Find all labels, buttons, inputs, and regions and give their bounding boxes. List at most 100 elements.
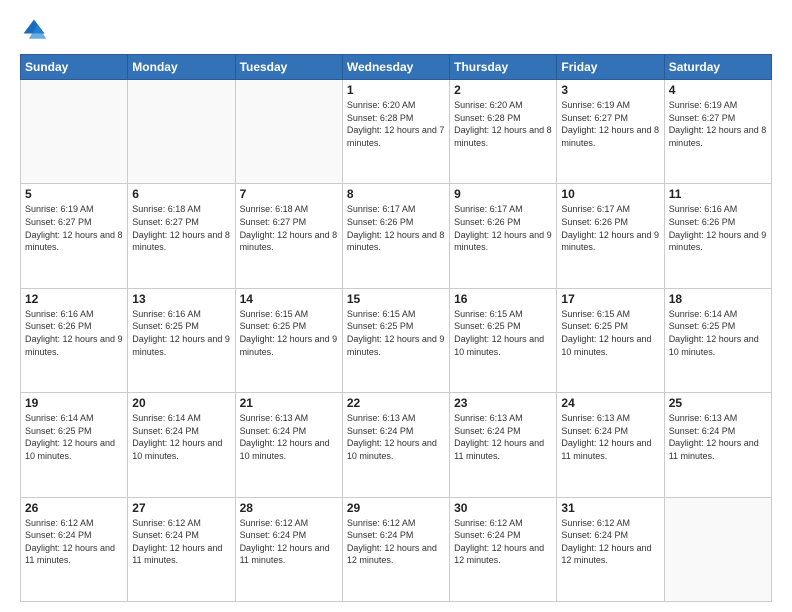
day-info: Sunrise: 6:20 AM Sunset: 6:28 PM Dayligh…: [347, 99, 445, 149]
page: SundayMondayTuesdayWednesdayThursdayFrid…: [0, 0, 792, 612]
day-info: Sunrise: 6:18 AM Sunset: 6:27 PM Dayligh…: [132, 203, 230, 253]
calendar-cell: 10 Sunrise: 6:17 AM Sunset: 6:26 PM Dayli…: [557, 184, 664, 288]
day-number: 15: [347, 292, 445, 306]
day-info: Sunrise: 6:17 AM Sunset: 6:26 PM Dayligh…: [347, 203, 445, 253]
calendar-cell: [664, 497, 771, 601]
calendar-cell: 4 Sunrise: 6:19 AM Sunset: 6:27 PM Daylig…: [664, 80, 771, 184]
day-info: Sunrise: 6:17 AM Sunset: 6:26 PM Dayligh…: [561, 203, 659, 253]
day-info: Sunrise: 6:19 AM Sunset: 6:27 PM Dayligh…: [669, 99, 767, 149]
day-number: 28: [240, 501, 338, 515]
calendar-cell: [128, 80, 235, 184]
weekday-header-saturday: Saturday: [664, 55, 771, 80]
calendar-cell: 28 Sunrise: 6:12 AM Sunset: 6:24 PM Dayli…: [235, 497, 342, 601]
day-info: Sunrise: 6:14 AM Sunset: 6:25 PM Dayligh…: [25, 412, 123, 462]
weekday-header-monday: Monday: [128, 55, 235, 80]
calendar-cell: 2Sunrise: 6:20 AM Sunset: 6:28 PM Daylig…: [450, 80, 557, 184]
calendar-cell: 26 Sunrise: 6:12 AM Sunset: 6:24 PM Dayli…: [21, 497, 128, 601]
calendar-cell: 21Sunrise: 6:13 AM Sunset: 6:24 PM Dayli…: [235, 393, 342, 497]
calendar-cell: 18 Sunrise: 6:14 AM Sunset: 6:25 PM Dayli…: [664, 288, 771, 392]
day-info: Sunrise: 6:16 AM Sunset: 6:26 PM Dayligh…: [669, 203, 767, 253]
day-number: 16: [454, 292, 552, 306]
day-info: Sunrise: 6:12 AM Sunset: 6:24 PM Dayligh…: [454, 517, 552, 567]
day-info: Sunrise: 6:12 AM Sunset: 6:24 PM Dayligh…: [240, 517, 338, 567]
weekday-header-friday: Friday: [557, 55, 664, 80]
calendar-cell: 8 Sunrise: 6:17 AM Sunset: 6:26 PM Daylig…: [342, 184, 449, 288]
calendar-cell: 24Sunrise: 6:13 AM Sunset: 6:24 PM Dayli…: [557, 393, 664, 497]
week-row-1: 1 Sunrise: 6:20 AM Sunset: 6:28 PM Daylig…: [21, 80, 772, 184]
day-info: Sunrise: 6:12 AM Sunset: 6:24 PM Dayligh…: [347, 517, 445, 567]
day-info: Sunrise: 6:15 AM Sunset: 6:25 PM Dayligh…: [454, 308, 552, 358]
week-row-2: 5 Sunrise: 6:19 AM Sunset: 6:27 PM Daylig…: [21, 184, 772, 288]
day-info: Sunrise: 6:15 AM Sunset: 6:25 PM Dayligh…: [240, 308, 338, 358]
calendar-cell: 7 Sunrise: 6:18 AM Sunset: 6:27 PM Daylig…: [235, 184, 342, 288]
day-info: Sunrise: 6:13 AM Sunset: 6:24 PM Dayligh…: [454, 412, 552, 462]
calendar-cell: 13 Sunrise: 6:16 AM Sunset: 6:25 PM Dayli…: [128, 288, 235, 392]
day-number: 12: [25, 292, 123, 306]
calendar-cell: 16 Sunrise: 6:15 AM Sunset: 6:25 PM Dayli…: [450, 288, 557, 392]
day-number: 31: [561, 501, 659, 515]
day-number: 13: [132, 292, 230, 306]
weekday-header-wednesday: Wednesday: [342, 55, 449, 80]
calendar-cell: 25Sunrise: 6:13 AM Sunset: 6:24 PM Dayli…: [664, 393, 771, 497]
day-info: Sunrise: 6:19 AM Sunset: 6:27 PM Dayligh…: [561, 99, 659, 149]
day-number: 10: [561, 187, 659, 201]
day-number: 23: [454, 396, 552, 410]
weekday-header-tuesday: Tuesday: [235, 55, 342, 80]
calendar-cell: 12 Sunrise: 6:16 AM Sunset: 6:26 PM Dayli…: [21, 288, 128, 392]
calendar-cell: 29 Sunrise: 6:12 AM Sunset: 6:24 PM Dayli…: [342, 497, 449, 601]
weekday-header-sunday: Sunday: [21, 55, 128, 80]
calendar-cell: 19 Sunrise: 6:14 AM Sunset: 6:25 PM Dayli…: [21, 393, 128, 497]
week-row-5: 26 Sunrise: 6:12 AM Sunset: 6:24 PM Dayli…: [21, 497, 772, 601]
day-info: Sunrise: 6:15 AM Sunset: 6:25 PM Dayligh…: [347, 308, 445, 358]
day-number: 11: [669, 187, 767, 201]
day-number: 14: [240, 292, 338, 306]
calendar-cell: 3 Sunrise: 6:19 AM Sunset: 6:27 PM Daylig…: [557, 80, 664, 184]
calendar-cell: [235, 80, 342, 184]
calendar-cell: 31 Sunrise: 6:12 AM Sunset: 6:24 PM Dayli…: [557, 497, 664, 601]
day-number: 2: [454, 83, 552, 97]
day-number: 4: [669, 83, 767, 97]
day-info: Sunrise: 6:12 AM Sunset: 6:24 PM Dayligh…: [561, 517, 659, 567]
logo: [20, 16, 52, 44]
day-number: 9: [454, 187, 552, 201]
calendar-cell: 11 Sunrise: 6:16 AM Sunset: 6:26 PM Dayli…: [664, 184, 771, 288]
day-info: Sunrise: 6:16 AM Sunset: 6:25 PM Dayligh…: [132, 308, 230, 358]
calendar-cell: 5 Sunrise: 6:19 AM Sunset: 6:27 PM Daylig…: [21, 184, 128, 288]
day-number: 26: [25, 501, 123, 515]
day-info: Sunrise: 6:16 AM Sunset: 6:26 PM Dayligh…: [25, 308, 123, 358]
day-number: 29: [347, 501, 445, 515]
day-info: Sunrise: 6:14 AM Sunset: 6:25 PM Dayligh…: [669, 308, 767, 358]
day-number: 1: [347, 83, 445, 97]
day-info: Sunrise: 6:19 AM Sunset: 6:27 PM Dayligh…: [25, 203, 123, 253]
weekday-header-thursday: Thursday: [450, 55, 557, 80]
calendar-table: SundayMondayTuesdayWednesdayThursdayFrid…: [20, 54, 772, 602]
calendar-cell: 23 Sunrise: 6:13 AM Sunset: 6:24 PM Dayli…: [450, 393, 557, 497]
day-number: 6: [132, 187, 230, 201]
day-number: 7: [240, 187, 338, 201]
logo-icon: [20, 16, 48, 44]
day-number: 19: [25, 396, 123, 410]
day-number: 22: [347, 396, 445, 410]
day-number: 30: [454, 501, 552, 515]
calendar-cell: 22 Sunrise: 6:13 AM Sunset: 6:24 PM Dayli…: [342, 393, 449, 497]
calendar-cell: 30 Sunrise: 6:12 AM Sunset: 6:24 PM Dayli…: [450, 497, 557, 601]
day-info: Sunrise: 6:17 AM Sunset: 6:26 PM Dayligh…: [454, 203, 552, 253]
header: [20, 16, 772, 44]
weekday-header-row: SundayMondayTuesdayWednesdayThursdayFrid…: [21, 55, 772, 80]
week-row-4: 19 Sunrise: 6:14 AM Sunset: 6:25 PM Dayli…: [21, 393, 772, 497]
day-info: Sunrise: 6:18 AM Sunset: 6:27 PM Dayligh…: [240, 203, 338, 253]
day-number: 8: [347, 187, 445, 201]
day-number: 5: [25, 187, 123, 201]
day-info: Sunrise: 6:12 AM Sunset: 6:24 PM Dayligh…: [25, 517, 123, 567]
day-info: Sunrise: 6:13 AM Sunset: 6:24 PM Dayligh…: [347, 412, 445, 462]
calendar-cell: 20Sunrise: 6:14 AM Sunset: 6:24 PM Dayli…: [128, 393, 235, 497]
calendar-cell: 17Sunrise: 6:15 AM Sunset: 6:25 PM Dayli…: [557, 288, 664, 392]
calendar-cell: 15 Sunrise: 6:15 AM Sunset: 6:25 PM Dayli…: [342, 288, 449, 392]
day-info: Sunrise: 6:13 AM Sunset: 6:24 PM Dayligh…: [669, 412, 767, 462]
day-number: 18: [669, 292, 767, 306]
day-number: 3: [561, 83, 659, 97]
calendar-cell: 27Sunrise: 6:12 AM Sunset: 6:24 PM Dayli…: [128, 497, 235, 601]
calendar-cell: 9 Sunrise: 6:17 AM Sunset: 6:26 PM Daylig…: [450, 184, 557, 288]
calendar-cell: 1 Sunrise: 6:20 AM Sunset: 6:28 PM Daylig…: [342, 80, 449, 184]
calendar-cell: 6 Sunrise: 6:18 AM Sunset: 6:27 PM Daylig…: [128, 184, 235, 288]
